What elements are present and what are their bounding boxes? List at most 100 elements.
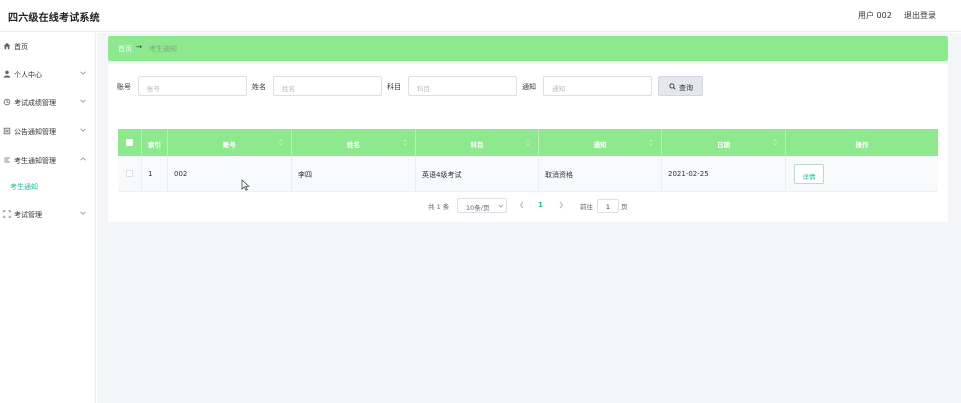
table-header: 索引 账号 姓名 科目 通知 日期 操作 — [118, 129, 938, 156]
current-user: 用户 002 — [858, 11, 892, 20]
current-page-number[interactable]: 1 — [538, 201, 543, 209]
header-index-label: 索引 — [148, 141, 161, 149]
sidebar: 首页 个人中心 考试成绩管理 公告通知管理 考生通知管理 考生通知 考试管理 — [0, 33, 96, 403]
header-name[interactable]: 姓名 — [292, 129, 416, 156]
row-account: 002 — [174, 170, 188, 178]
sidebar-item-label: 公告通知管理 — [14, 128, 56, 136]
account-input[interactable]: 账号 — [138, 76, 247, 96]
logout-link[interactable]: 退出登录 — [904, 10, 936, 21]
sort-icon — [773, 139, 777, 146]
cell-name: 李四 — [292, 156, 416, 192]
cell-account: 002 — [168, 156, 292, 192]
sort-icon — [526, 139, 530, 146]
chevron-down-icon — [80, 128, 86, 132]
header-actions: 操作 — [786, 129, 938, 156]
chevron-down-icon — [498, 204, 504, 208]
row-name: 李四 — [298, 171, 312, 179]
sidebar-item-label: 考生通知管理 — [14, 157, 56, 165]
sidebar-item-label: 考试管理 — [14, 211, 42, 219]
home-icon — [3, 42, 11, 50]
notice-label: 通知 — [522, 83, 536, 91]
exam-icon — [3, 210, 11, 218]
sidebar-subitem-candidate-notice[interactable]: 考生通知 — [0, 177, 96, 195]
subject-label: 科目 — [387, 83, 401, 91]
notice-icon — [4, 157, 10, 163]
pagination-total: 共 1 条 — [428, 203, 450, 211]
sidebar-subitem-label: 考生通知 — [10, 183, 38, 191]
sidebar-item-announcements[interactable]: 公告通知管理 — [0, 120, 96, 142]
chevron-down-icon — [80, 71, 86, 75]
header-date[interactable]: 日期 — [662, 129, 786, 156]
prev-page-icon[interactable] — [519, 201, 525, 209]
header-notice[interactable]: 通知 — [539, 129, 662, 156]
app-title: 四六级在线考试系统 — [8, 13, 100, 24]
search-button-label: 查询 — [679, 84, 693, 92]
sidebar-item-personal-center[interactable]: 个人中心 — [0, 63, 96, 85]
cell-subject: 英语4级考试 — [416, 156, 539, 192]
list-icon — [3, 127, 11, 135]
chevron-up-icon — [80, 157, 86, 161]
cell-notice: 取消资格 — [539, 156, 662, 192]
name-label: 姓名 — [252, 83, 266, 91]
sidebar-item-label: 个人中心 — [14, 71, 42, 79]
goto-page-value: 1 — [605, 203, 611, 211]
header-index: 索引 — [142, 129, 168, 156]
detail-button[interactable]: 详情 — [794, 164, 824, 184]
row-index: 1 — [148, 170, 153, 178]
row-checkbox[interactable] — [126, 170, 133, 177]
detail-button-label: 详情 — [802, 173, 816, 181]
select-all-checkbox[interactable] — [126, 139, 133, 146]
header-account-label: 账号 — [223, 141, 236, 149]
search-button[interactable]: 查询 — [658, 76, 703, 96]
notice-placeholder: 通知 — [552, 85, 565, 93]
sidebar-item-exam-scores[interactable]: 考试成绩管理 — [0, 91, 96, 113]
header-account[interactable]: 账号 — [168, 129, 292, 156]
page-size-value: 10条/页 — [466, 204, 490, 212]
header-select-all — [118, 129, 142, 156]
sidebar-item-label: 考试成绩管理 — [14, 99, 56, 107]
header-date-label: 日期 — [717, 141, 730, 149]
row-subject: 英语4级考试 — [422, 171, 462, 179]
sidebar-item-exam-management[interactable]: 考试管理 — [0, 203, 96, 225]
goto-label: 前往 — [580, 203, 593, 211]
name-placeholder: 姓名 — [282, 85, 295, 93]
cell-index: 1 — [142, 156, 168, 192]
next-page-icon[interactable] — [558, 201, 564, 209]
name-input[interactable]: 姓名 — [273, 76, 382, 96]
sidebar-item-home[interactable]: 首页 — [0, 35, 96, 57]
sort-icon — [279, 139, 283, 146]
sidebar-item-candidate-notices[interactable]: 考生通知管理 — [0, 149, 96, 171]
user-icon — [3, 70, 11, 78]
subject-input[interactable]: 科目 — [408, 76, 517, 96]
sort-icon — [649, 139, 653, 146]
top-header: 四六级在线考试系统 用户 002 退出登录 — [0, 0, 961, 32]
account-label: 账号 — [117, 83, 131, 91]
mouse-cursor-icon — [241, 179, 250, 191]
header-subject-label: 科目 — [470, 141, 484, 149]
cell-select — [118, 156, 142, 192]
row-date: 2021-02-25 — [668, 170, 709, 178]
header-name-label: 姓名 — [347, 141, 360, 149]
sidebar-item-label: 首页 — [14, 43, 28, 51]
breadcrumb-separator: → — [136, 43, 142, 51]
notice-input[interactable]: 通知 — [543, 76, 652, 96]
score-icon — [3, 98, 11, 106]
chevron-down-icon — [80, 99, 86, 103]
page-unit-label: 页 — [621, 203, 628, 211]
search-icon — [669, 83, 676, 90]
cell-actions: 详情 — [786, 156, 938, 192]
header-actions-label: 操作 — [855, 141, 869, 149]
row-notice: 取消资格 — [545, 171, 573, 179]
goto-page-input[interactable]: 1 — [597, 199, 619, 213]
subject-placeholder: 科目 — [417, 85, 430, 93]
breadcrumb-home[interactable]: 首页 — [118, 44, 132, 54]
breadcrumb: 首页 → 考生通知 — [108, 36, 948, 61]
chevron-down-icon — [80, 211, 86, 215]
sort-icon — [403, 139, 407, 146]
header-subject[interactable]: 科目 — [416, 129, 539, 156]
breadcrumb-current: 考生通知 — [149, 45, 177, 53]
cell-date: 2021-02-25 — [662, 156, 786, 192]
header-notice-label: 通知 — [593, 141, 607, 149]
page-size-select[interactable]: 10条/页 — [457, 198, 507, 213]
account-placeholder: 账号 — [147, 85, 160, 93]
